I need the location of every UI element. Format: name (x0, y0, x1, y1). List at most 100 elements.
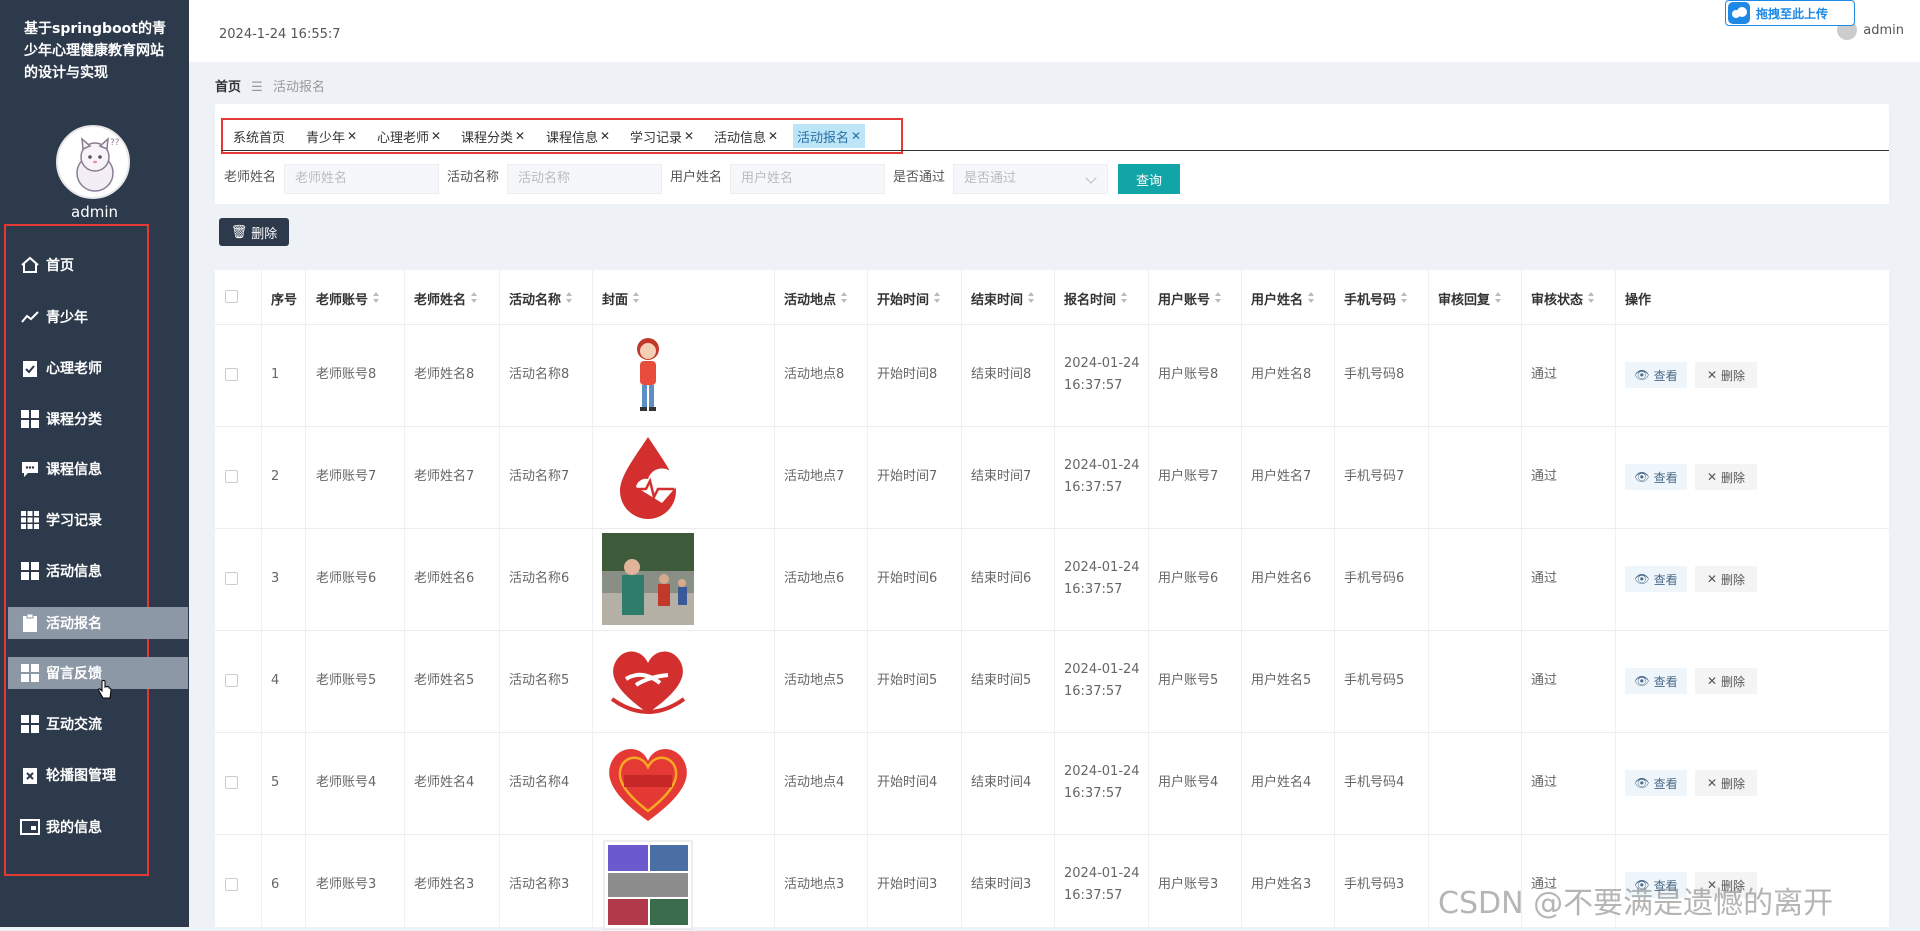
cell-activity-name: 活动名称6 (509, 571, 570, 586)
th-teacher-name[interactable]: 老师姓名 (414, 288, 478, 308)
cell-phone: 手机号码4 (1344, 775, 1405, 790)
close-icon: ✕ (1706, 470, 1718, 484)
tab-home[interactable]: 系统首页 (229, 124, 289, 148)
sort-icon (1120, 292, 1128, 304)
cover-image-girl (602, 329, 694, 421)
cell-status: 通过 (1531, 673, 1558, 688)
breadcrumb-home[interactable]: 首页 (215, 80, 241, 95)
cell-teacher-name: 老师姓名4 (414, 775, 475, 790)
eye-icon: 👁 (1634, 368, 1650, 382)
watermark: CSDN @不要满是遗憾的离开 (1438, 886, 1834, 921)
clipboard-x-icon (20, 765, 40, 785)
th-end-time[interactable]: 结束时间 (971, 288, 1035, 308)
sidebar-item-carousel[interactable]: 轮播图管理 (8, 759, 188, 791)
close-icon[interactable]: ✕ (515, 129, 525, 143)
sidebar-item-study-record[interactable]: 学习记录 (8, 504, 188, 536)
delete-selected-button[interactable]: 🗑 删除 (219, 218, 289, 246)
view-button[interactable]: 👁 查看 (1625, 362, 1687, 388)
close-icon[interactable]: ✕ (347, 129, 357, 143)
close-icon[interactable]: ✕ (431, 129, 441, 143)
sidebar-item-my-info[interactable]: 我的信息 (8, 811, 188, 843)
cell-signup-time: 16:37:57 (1064, 888, 1123, 903)
sidebar-item-teacher[interactable]: 心理老师 (8, 352, 188, 384)
row-checkbox[interactable] (225, 776, 238, 789)
tab-youth[interactable]: 青少年 ✕ (302, 124, 361, 148)
cover-image-heart-hands (602, 635, 694, 727)
sidebar-item-activity-info[interactable]: 活动信息 (8, 555, 188, 587)
cell-status: 通过 (1531, 469, 1558, 484)
avatar[interactable]: ?? (56, 125, 130, 199)
row-delete-button[interactable]: ✕ 删除 (1695, 464, 1757, 490)
th-user-name[interactable]: 用户姓名 (1251, 288, 1315, 308)
breadcrumb: 首页 ☰ 活动报名 (215, 76, 325, 95)
cell-teacher-account: 老师账号7 (316, 469, 377, 484)
chart-line-icon (20, 307, 40, 327)
cell-activity-name: 活动名称8 (509, 367, 570, 382)
sidebar-item-youth[interactable]: 青少年 (8, 301, 188, 333)
tab-course-info[interactable]: 课程信息 ✕ (542, 124, 614, 148)
sidebar-item-activity-signup[interactable]: 活动报名 (8, 607, 188, 639)
th-reply[interactable]: 审核回复 (1438, 288, 1502, 308)
sort-icon (632, 292, 640, 304)
cell-index: 2 (271, 469, 280, 484)
query-button[interactable]: 查询 (1118, 164, 1180, 194)
cell-index: 4 (271, 673, 280, 688)
close-icon[interactable]: ✕ (851, 129, 861, 143)
view-button[interactable]: 👁 查看 (1625, 668, 1687, 694)
activity-name-label: 活动名称 (447, 170, 500, 185)
th-phone[interactable]: 手机号码 (1344, 288, 1408, 308)
cell-teacher-name: 老师姓名5 (414, 673, 475, 688)
th-status[interactable]: 审核状态 (1531, 288, 1595, 308)
close-icon[interactable]: ✕ (684, 129, 694, 143)
passed-select[interactable]: 是否通过 (953, 164, 1108, 194)
select-all-checkbox[interactable] (225, 290, 238, 303)
tab-activity-info[interactable]: 活动信息 ✕ (710, 124, 782, 148)
th-user-account[interactable]: 用户账号 (1158, 288, 1222, 308)
tab-study-record[interactable]: 学习记录 ✕ (626, 124, 698, 148)
row-delete-button[interactable]: ✕ 删除 (1695, 566, 1757, 592)
th-activity-name[interactable]: 活动名称 (509, 288, 573, 308)
cell-activity-name: 活动名称7 (509, 469, 570, 484)
cell-activity-name: 活动名称5 (509, 673, 570, 688)
row-delete-button[interactable]: ✕ 删除 (1695, 770, 1757, 796)
row-checkbox[interactable] (225, 674, 238, 687)
cell-index: 6 (271, 877, 280, 892)
th-location[interactable]: 活动地点 (784, 288, 848, 308)
th-start-time[interactable]: 开始时间 (877, 288, 941, 308)
tab-course-category[interactable]: 课程分类 ✕ (457, 124, 529, 148)
view-button[interactable]: 👁 查看 (1625, 566, 1687, 592)
teacher-name-input[interactable]: 老师姓名 (284, 164, 439, 194)
view-button[interactable]: 👁 查看 (1625, 770, 1687, 796)
cell-user-name: 用户姓名4 (1251, 775, 1312, 790)
th-cover[interactable]: 封面 (602, 288, 640, 308)
datetime: 2024-1-24 16:55:7 (219, 27, 341, 42)
tabs-underline (221, 150, 1889, 151)
close-icon[interactable]: ✕ (600, 129, 610, 143)
cell-signup-time: 16:37:57 (1064, 378, 1123, 393)
cover-image-blood-drop (602, 431, 694, 523)
th-signup-time[interactable]: 报名时间 (1064, 288, 1128, 308)
row-checkbox[interactable] (225, 878, 238, 891)
user-name-input[interactable]: 用户姓名 (730, 164, 885, 194)
view-button[interactable]: 👁 查看 (1625, 464, 1687, 490)
cell-location: 活动地点5 (784, 673, 845, 688)
activity-name-input[interactable]: 活动名称 (507, 164, 662, 194)
cell-start-time: 开始时间8 (877, 367, 938, 382)
row-delete-button[interactable]: ✕ 删除 (1695, 362, 1757, 388)
tab-activity-signup[interactable]: 活动报名 ✕ (793, 124, 866, 148)
card-icon (20, 817, 40, 837)
row-checkbox[interactable] (225, 572, 238, 585)
close-icon[interactable]: ✕ (768, 129, 778, 143)
sidebar-item-home[interactable]: 首页 (8, 249, 188, 281)
tab-teacher[interactable]: 心理老师 ✕ (373, 124, 445, 148)
sidebar-item-course-info[interactable]: 课程信息 (8, 453, 188, 485)
th-teacher-account[interactable]: 老师账号 (316, 288, 380, 308)
sidebar-item-interaction[interactable]: 互动交流 (8, 708, 188, 740)
cell-user-name: 用户姓名8 (1251, 367, 1312, 382)
row-delete-button[interactable]: ✕ 删除 (1695, 668, 1757, 694)
row-checkbox[interactable] (225, 470, 238, 483)
sort-icon (840, 292, 848, 304)
row-checkbox[interactable] (225, 368, 238, 381)
upload-badge[interactable]: 拖拽至此上传 (1725, 0, 1855, 26)
sidebar-item-course-category[interactable]: 课程分类 (8, 403, 188, 435)
